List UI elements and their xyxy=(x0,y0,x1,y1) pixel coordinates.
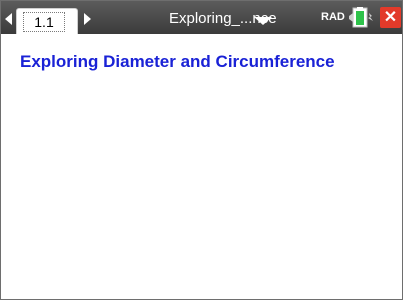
close-icon[interactable]: ✕ xyxy=(380,7,401,28)
battery-icon xyxy=(349,7,373,28)
next-page-icon[interactable] xyxy=(84,13,91,25)
angle-mode-indicator: RAD xyxy=(321,11,345,23)
title-bar: 1.1 Exploring_...nce RAD ✕ xyxy=(1,1,402,35)
page-heading: Exploring Diameter and Circumference xyxy=(20,52,335,71)
tab-label: 1.1 xyxy=(23,12,65,32)
document-menu-chevron-down-icon[interactable] xyxy=(254,17,272,25)
tab-page-1-1[interactable]: 1.1 xyxy=(16,8,78,35)
previous-page-icon[interactable] xyxy=(5,13,12,25)
calculator-window: 1.1 Exploring_...nce RAD ✕ Exploring Dia… xyxy=(0,0,403,300)
document-page[interactable]: Exploring Diameter and Circumference xyxy=(1,34,402,299)
